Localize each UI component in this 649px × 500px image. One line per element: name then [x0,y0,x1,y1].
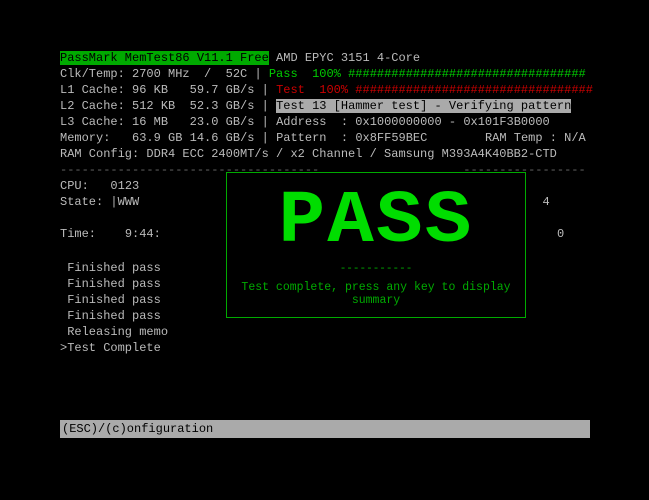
app-badge: PassMark MemTest86 V11.1 Free [60,51,269,65]
log-line: Releasing memo [60,324,590,340]
memtest-screen: PassMark MemTest86 V11.1 Free AMD EPYC 3… [60,50,590,356]
mem-line: Memory: 63.9 GB 14.6 GB/s | Pattern : 0x… [60,130,590,146]
footer-bar[interactable]: (ESC)/(c)onfiguration [60,420,590,438]
header-line: PassMark MemTest86 V11.1 Free AMD EPYC 3… [60,50,590,66]
ramconfig-line: RAM Config: DDR4 ECC 2400MT/s / x2 Chann… [60,146,590,162]
pass-divider: ----------- [227,263,525,275]
pass-big-text: PASS [220,185,533,259]
current-test: Test 13 [Hammer test] - Verifying patter… [276,99,571,113]
log-line: >Test Complete [60,340,590,356]
l1-line: L1 Cache: 96 KB 59.7 GB/s | Test 100% ##… [60,82,590,98]
l3-line: L3 Cache: 16 MB 23.0 GB/s | Address : 0x… [60,114,590,130]
cpu-model: AMD EPYC 3151 4-Core [276,51,420,65]
l2-line: L2 Cache: 512 KB 52.3 GB/s | Test 13 [Ha… [60,98,590,114]
pass-message: Test complete, press any key to display … [227,281,525,307]
pass-dialog[interactable]: PASS ----------- Test complete, press an… [226,172,526,318]
clk-line: Clk/Temp: 2700 MHz / 52C | Pass 100% ###… [60,66,590,82]
